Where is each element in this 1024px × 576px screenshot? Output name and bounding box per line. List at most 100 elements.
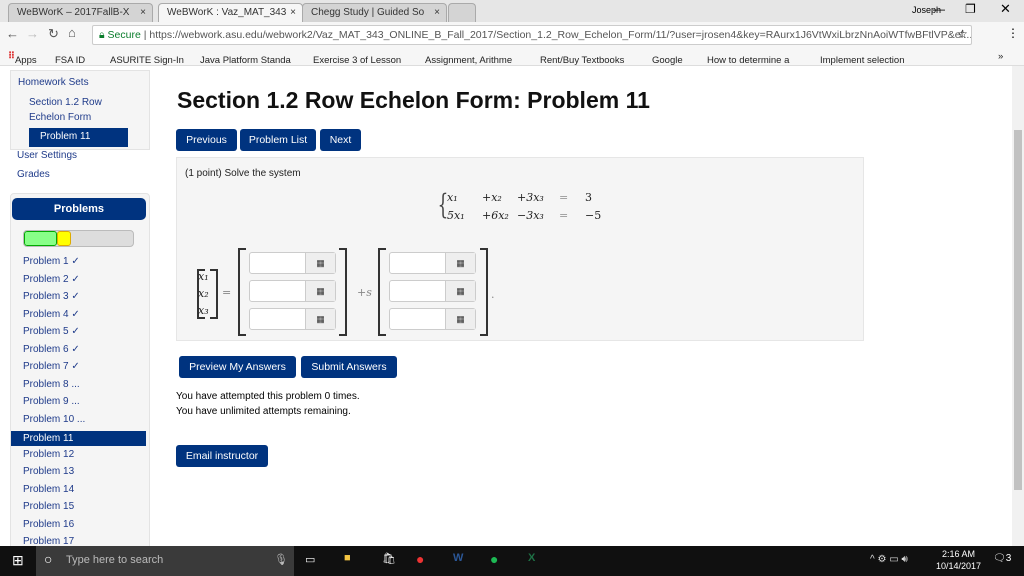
back-icon[interactable]: ← bbox=[6, 26, 19, 41]
email-instructor-button[interactable]: Email instructor bbox=[176, 445, 268, 467]
store-icon[interactable]: 🛍︎ bbox=[382, 552, 396, 565]
home-icon[interactable]: ⌂ bbox=[68, 25, 76, 40]
problem-link[interactable]: Problem 2 ✓ bbox=[23, 274, 80, 285]
plus-s: +s bbox=[357, 286, 372, 299]
lhs-x1: x₁ bbox=[198, 270, 209, 283]
more-bookmarks-icon[interactable]: » bbox=[998, 51, 1003, 62]
equation-term: 5x₁ bbox=[447, 209, 465, 222]
problem-link[interactable]: Problem 11 bbox=[11, 431, 146, 446]
problem-link[interactable]: Problem 13 bbox=[23, 466, 74, 477]
spotify-icon[interactable]: ● bbox=[490, 551, 498, 567]
menu-icon[interactable]: ⋮ bbox=[1007, 26, 1019, 40]
problem-link[interactable]: Problem 3 ✓ bbox=[23, 291, 80, 302]
clock-date[interactable]: 10/14/2017 bbox=[936, 561, 981, 571]
tray-icons[interactable]: ^ ⚙ ▭ 🔊︎ bbox=[870, 554, 908, 565]
close-icon[interactable]: × bbox=[290, 7, 296, 18]
keypad-icon[interactable]: ▦ bbox=[445, 253, 475, 273]
close-window-icon[interactable]: ✕ bbox=[1000, 1, 1011, 17]
problem-list-button[interactable]: Problem List bbox=[240, 129, 316, 151]
equation-term: x₁ bbox=[447, 191, 458, 204]
problem-link[interactable]: Problem 9 ... bbox=[23, 396, 80, 407]
bracket bbox=[480, 248, 488, 336]
problem-link[interactable]: Problem 4 ✓ bbox=[23, 309, 80, 320]
taskbar-search[interactable]: ○ Type here to search 🎙︎ bbox=[36, 546, 294, 576]
task-view-icon[interactable]: ▭ bbox=[305, 553, 315, 566]
problem-link[interactable]: Problem 10 ... bbox=[23, 414, 85, 425]
microphone-icon[interactable]: 🎙︎ bbox=[274, 553, 288, 566]
tab-label: WeBWorK – 2017FallB-X bbox=[17, 7, 130, 18]
keypad-icon[interactable]: ▦ bbox=[305, 309, 335, 329]
grades-link[interactable]: Grades bbox=[17, 169, 50, 180]
star-icon[interactable]: ☆ bbox=[957, 27, 968, 41]
equals-sign: = bbox=[222, 286, 232, 299]
preview-answers-button[interactable]: Preview My Answers bbox=[179, 356, 296, 378]
file-explorer-icon[interactable]: ■ bbox=[344, 552, 351, 564]
tab-chegg[interactable]: Chegg Study | Guided So × bbox=[302, 3, 447, 22]
equation-term: +6x₂ bbox=[482, 209, 509, 222]
set-link-line2[interactable]: Echelon Form bbox=[29, 112, 91, 123]
address-bar-row: ← → ↻ ⌂ 🔒︎ Secure | https://webwork.asu.… bbox=[0, 22, 1024, 47]
restore-icon[interactable]: ❐ bbox=[965, 2, 976, 16]
tab-webwork-vaz[interactable]: WeBWorK : Vaz_MAT_343 × bbox=[158, 3, 303, 22]
clock-time[interactable]: 2:16 AM bbox=[942, 549, 975, 559]
problem-link[interactable]: Problem 15 bbox=[23, 501, 74, 512]
progress-partial bbox=[56, 231, 71, 246]
problem-link[interactable]: Problem 12 bbox=[23, 449, 74, 460]
submit-answers-button[interactable]: Submit Answers bbox=[301, 356, 397, 378]
problem-link[interactable]: Problem 7 ✓ bbox=[23, 361, 80, 372]
equation-term: = bbox=[559, 191, 569, 204]
problem-link[interactable]: Problem 1 ✓ bbox=[23, 256, 80, 267]
problems-panel: Problems Problem 1 ✓ Problem 2 ✓ Problem 3… bbox=[10, 193, 150, 553]
forward-icon[interactable]: → bbox=[26, 26, 39, 41]
direction-vector-input-1[interactable]: ▦ bbox=[389, 252, 476, 274]
bookmarks-bar: ⠿ Apps FSA ID ASURITE Sign-In Java Platf… bbox=[0, 47, 1024, 66]
homework-sets-link[interactable]: Homework Sets bbox=[18, 77, 89, 88]
tab-webwork-fall[interactable]: WeBWorK – 2017FallB-X × bbox=[8, 3, 153, 22]
particular-vector-input-1[interactable]: ▦ bbox=[249, 252, 336, 274]
progress-correct bbox=[24, 231, 57, 246]
problem-prompt: (1 point) Solve the system bbox=[185, 168, 301, 179]
bookmark-apps[interactable]: ⠿ Apps bbox=[8, 51, 37, 66]
excel-icon[interactable]: X bbox=[528, 552, 535, 564]
attempts-text: You have attempted this problem 0 times. bbox=[176, 391, 360, 402]
bracket bbox=[210, 269, 218, 319]
cortana-icon: ○ bbox=[44, 551, 53, 567]
direction-vector-input-3[interactable]: ▦ bbox=[389, 308, 476, 330]
equation-term: −5 bbox=[585, 209, 602, 222]
keypad-icon[interactable]: ▦ bbox=[305, 281, 335, 301]
next-button[interactable]: Next bbox=[320, 129, 361, 151]
problem-link[interactable]: Problem 6 ✓ bbox=[23, 344, 80, 355]
windows-start-icon[interactable]: ⊞ bbox=[12, 552, 24, 569]
particular-vector-input-3[interactable]: ▦ bbox=[249, 308, 336, 330]
new-tab-button[interactable] bbox=[448, 3, 476, 22]
problem-link[interactable]: Problem 8 ... bbox=[23, 379, 80, 390]
lhs-x2: x₂ bbox=[198, 287, 209, 300]
previous-button[interactable]: Previous bbox=[176, 129, 237, 151]
problem-link[interactable]: Problem 16 bbox=[23, 519, 74, 530]
remaining-text: You have unlimited attempts remaining. bbox=[176, 406, 351, 417]
period: . bbox=[491, 288, 495, 301]
keypad-icon[interactable]: ▦ bbox=[445, 281, 475, 301]
keypad-icon[interactable]: ▦ bbox=[305, 253, 335, 273]
word-icon[interactable]: W bbox=[453, 552, 463, 564]
search-placeholder: Type here to search bbox=[66, 554, 164, 566]
close-icon[interactable]: × bbox=[434, 7, 440, 18]
direction-vector-input-2[interactable]: ▦ bbox=[389, 280, 476, 302]
minimize-icon[interactable]: — bbox=[933, 2, 945, 16]
close-icon[interactable]: × bbox=[140, 7, 146, 18]
keypad-icon[interactable]: ▦ bbox=[445, 309, 475, 329]
chrome-icon[interactable]: ● bbox=[416, 551, 424, 567]
equation-term: −3x₃ bbox=[517, 209, 544, 222]
equation-term: 3 bbox=[585, 191, 592, 204]
particular-vector-input-2[interactable]: ▦ bbox=[249, 280, 336, 302]
notification-icon[interactable]: 🗨︎3 bbox=[993, 553, 1011, 564]
current-problem-link[interactable]: Problem 11 bbox=[29, 128, 128, 147]
problem-link[interactable]: Problem 5 ✓ bbox=[23, 326, 80, 337]
set-link-line1[interactable]: Section 1.2 Row bbox=[29, 97, 102, 108]
url-input[interactable]: 🔒︎ Secure | https://webwork.asu.edu/webw… bbox=[92, 25, 972, 45]
scrollbar-thumb[interactable] bbox=[1014, 130, 1022, 490]
scrollbar[interactable] bbox=[1012, 66, 1024, 546]
problem-link[interactable]: Problem 14 bbox=[23, 484, 74, 495]
user-settings-link[interactable]: User Settings bbox=[17, 150, 77, 161]
reload-icon[interactable]: ↻ bbox=[48, 26, 59, 42]
